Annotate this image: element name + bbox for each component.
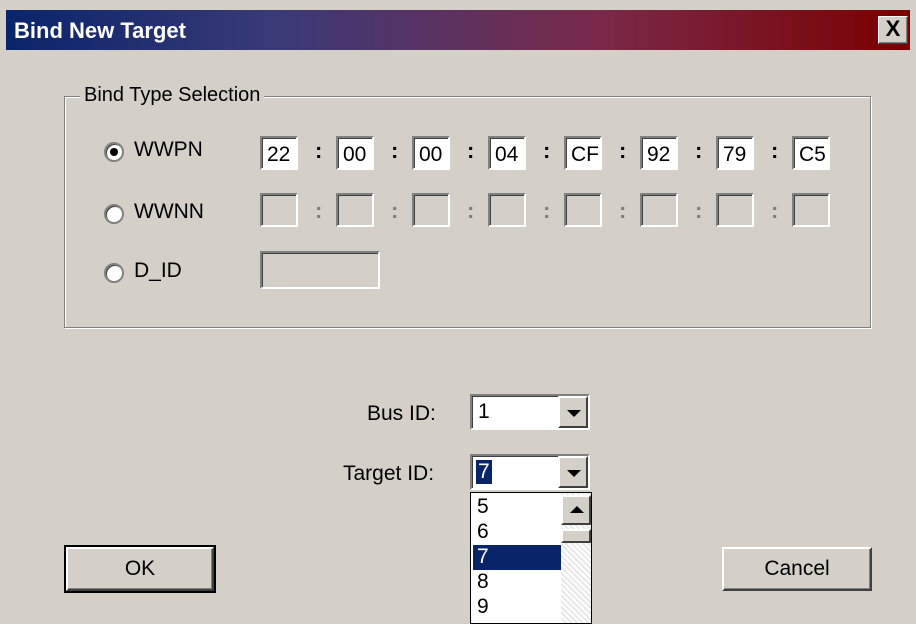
bind-new-target-dialog: Bind New Target X Bind Type Selection WW…	[0, 0, 916, 624]
chevron-up-icon	[570, 506, 584, 513]
octet-separator: :	[695, 138, 703, 163]
wwnn-label: WWNN	[134, 200, 204, 223]
bind-type-legend: Bind Type Selection	[80, 84, 265, 107]
wwpn-octet-6[interactable]: 92	[640, 136, 678, 170]
target-id-combo[interactable]: 7	[470, 454, 590, 490]
wwnn-octet-7	[716, 193, 754, 227]
chevron-down-icon	[567, 470, 581, 477]
octet-separator: :	[467, 198, 475, 223]
cancel-button[interactable]: Cancel	[722, 547, 872, 591]
octet-separator: :	[315, 198, 323, 223]
wwpn-octet-3[interactable]: 00	[412, 136, 450, 170]
octet-separator: :	[391, 138, 399, 163]
wwpn-radio[interactable]	[104, 142, 124, 162]
wwnn-octet-5	[564, 193, 602, 227]
bus-id-value: 1	[478, 400, 490, 423]
wwnn-octet-2	[336, 193, 374, 227]
octet-separator: :	[467, 138, 475, 163]
target-id-dropdown-button[interactable]	[558, 456, 588, 488]
wwpn-octet-4[interactable]: 04	[488, 136, 526, 170]
octet-separator: :	[619, 138, 627, 163]
list-item[interactable]: 6	[473, 520, 563, 545]
radio-selected-dot	[110, 148, 118, 156]
octet-separator: :	[391, 198, 399, 223]
chevron-down-icon	[567, 410, 581, 417]
dialog-title: Bind New Target	[14, 18, 186, 43]
wwnn-radio[interactable]	[104, 204, 124, 224]
octet-separator: :	[543, 138, 551, 163]
dropdown-scrollbar[interactable]	[561, 493, 591, 623]
octet-separator: :	[315, 138, 323, 163]
wwpn-octet-8[interactable]: C5	[792, 136, 830, 170]
list-item[interactable]: 8	[473, 570, 563, 595]
bus-id-label: Bus ID:	[367, 402, 436, 425]
title-bar[interactable]: Bind New Target X	[6, 10, 910, 50]
octet-separator: :	[771, 198, 779, 223]
target-id-dropdown-list[interactable]: 5 6 7 8 9	[470, 492, 592, 624]
scroll-up-button[interactable]	[561, 495, 591, 525]
wwpn-octet-7[interactable]: 79	[716, 136, 754, 170]
wwnn-octet-1	[260, 193, 298, 227]
ok-button[interactable]: OK	[64, 545, 216, 593]
octet-separator: :	[695, 198, 703, 223]
bus-id-combo[interactable]: 1	[470, 394, 590, 430]
wwnn-octet-6	[640, 193, 678, 227]
list-item-selected[interactable]: 7	[473, 545, 563, 570]
wwnn-octet-3	[412, 193, 450, 227]
d-id-label: D_ID	[134, 259, 182, 282]
octet-separator: :	[543, 198, 551, 223]
scroll-thumb[interactable]	[561, 529, 591, 543]
wwnn-octet-8	[792, 193, 830, 227]
target-id-value: 7	[476, 460, 492, 484]
close-button[interactable]: X	[878, 16, 908, 44]
wwpn-octet-2[interactable]: 00	[336, 136, 374, 170]
wwpn-label: WWPN	[134, 138, 203, 161]
octet-separator: :	[619, 198, 627, 223]
list-item[interactable]: 5	[473, 495, 563, 520]
wwpn-octet-5[interactable]: CF	[564, 136, 602, 170]
close-icon: X	[885, 16, 901, 41]
bus-id-dropdown-button[interactable]	[558, 396, 588, 428]
octet-separator: :	[771, 138, 779, 163]
wwpn-octet-1[interactable]: 22	[260, 136, 298, 170]
d-id-radio[interactable]	[104, 263, 124, 283]
wwnn-octet-4	[488, 193, 526, 227]
d-id-input	[260, 251, 380, 289]
target-id-label: Target ID:	[343, 462, 435, 485]
list-item[interactable]: 9	[473, 595, 563, 620]
